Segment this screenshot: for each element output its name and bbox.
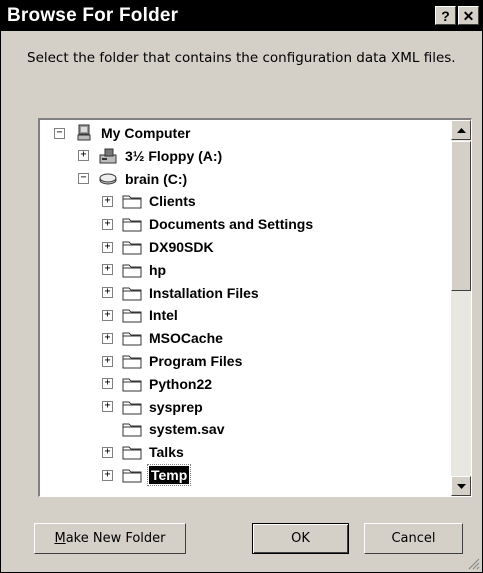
expand-icon[interactable]: + bbox=[102, 355, 113, 367]
tree-item-label: sysprep bbox=[149, 398, 203, 415]
close-icon: ✕ bbox=[462, 7, 475, 24]
tree-item-label: Python22 bbox=[149, 375, 213, 392]
tree-item[interactable]: + Program Files bbox=[102, 350, 242, 372]
expand-icon[interactable]: + bbox=[102, 309, 113, 321]
folder-icon bbox=[121, 261, 143, 279]
folder-icon bbox=[121, 329, 143, 347]
tree-item-label: 3½ Floppy (A:) bbox=[125, 147, 223, 164]
tree-item[interactable]: + DX90SDK bbox=[102, 236, 214, 258]
scroll-down-button[interactable] bbox=[451, 476, 471, 496]
folder-icon bbox=[121, 352, 143, 370]
tree-item-label: Program Files bbox=[149, 353, 243, 369]
tree-item-label: Intel bbox=[149, 307, 178, 324]
tree-item[interactable]: + Talks bbox=[102, 441, 184, 463]
folder-icon bbox=[121, 420, 143, 438]
folder-icon bbox=[121, 466, 143, 484]
tree-item[interactable]: + Intel bbox=[102, 304, 178, 326]
folder-icon bbox=[121, 375, 143, 393]
tree-item[interactable]: + Temp bbox=[102, 464, 192, 486]
collapse-icon[interactable]: − bbox=[78, 173, 89, 185]
tree-item[interactable]: + Python22 bbox=[102, 373, 212, 395]
tree-item-label: DX90SDK bbox=[149, 239, 214, 255]
tree-item-label: MSOCache bbox=[149, 330, 223, 347]
tree-item[interactable]: + Documents and Settings bbox=[102, 213, 313, 235]
tree-item-label: hp bbox=[149, 261, 167, 278]
instruction-text: Select the folder that contains the conf… bbox=[27, 50, 456, 66]
arrow-up-icon bbox=[456, 127, 466, 133]
expand-icon[interactable]: + bbox=[102, 195, 113, 207]
tree-item-label: Clients bbox=[149, 193, 196, 210]
help-button[interactable]: ? bbox=[435, 6, 456, 25]
folder-icon bbox=[121, 398, 143, 416]
tree-item[interactable]: +3½ Floppy (A:) bbox=[78, 145, 222, 167]
tree-item-label: My Computer bbox=[101, 125, 191, 141]
hard-drive-icon bbox=[97, 170, 119, 188]
tree-item[interactable]: + sysprep bbox=[102, 396, 203, 418]
folder-icon bbox=[121, 443, 143, 461]
make-new-folder-button[interactable]: Make New Folder bbox=[34, 523, 186, 554]
collapse-icon[interactable]: − bbox=[54, 127, 65, 139]
expand-icon[interactable]: + bbox=[78, 150, 89, 162]
tree-item-label: Installation Files bbox=[149, 284, 259, 301]
vertical-scrollbar[interactable] bbox=[451, 120, 471, 496]
expand-icon[interactable]: + bbox=[102, 218, 113, 230]
tree-item[interactable]: − My Computer bbox=[54, 122, 190, 144]
tree-item-label: Documents and Settings bbox=[149, 216, 314, 233]
folder-icon bbox=[121, 215, 143, 233]
tree-item[interactable]: + Installation Files bbox=[102, 282, 259, 304]
expand-icon[interactable]: + bbox=[102, 469, 113, 481]
folder-tree-items: − My Computer +3½ Floppy (A:) − brain (C:) + C… bbox=[40, 120, 451, 496]
tree-item-label: Talks bbox=[149, 444, 184, 461]
folder-tree[interactable]: − My Computer +3½ Floppy (A:) − brain (C:) + C… bbox=[38, 118, 472, 497]
resize-grip-icon[interactable] bbox=[466, 556, 480, 570]
computer-icon bbox=[73, 124, 95, 142]
expand-icon[interactable]: + bbox=[102, 287, 113, 299]
folder-icon bbox=[121, 192, 143, 210]
expand-icon[interactable]: + bbox=[102, 446, 113, 458]
folder-icon bbox=[121, 284, 143, 302]
expand-icon[interactable]: + bbox=[102, 241, 113, 253]
floppy-drive-icon bbox=[97, 147, 119, 165]
expand-icon[interactable]: + bbox=[102, 378, 113, 390]
title-bar[interactable]: Browse For Folder ? ✕ bbox=[1, 1, 482, 31]
tree-item[interactable]: + Clients bbox=[102, 190, 196, 212]
tree-item[interactable]: − brain (C:) bbox=[78, 168, 187, 190]
make-new-folder-label: ake New Folder bbox=[65, 531, 166, 546]
make-new-folder-mnemonic: M bbox=[54, 531, 66, 546]
expand-icon[interactable]: + bbox=[102, 264, 113, 276]
tree-item-label: system.sav bbox=[149, 421, 225, 438]
expand-icon[interactable]: + bbox=[102, 332, 113, 344]
tree-item[interactable]: system.sav bbox=[102, 418, 225, 440]
folder-icon bbox=[121, 306, 143, 324]
tree-item-label: brain (C:) bbox=[125, 170, 188, 187]
arrow-down-icon bbox=[456, 483, 466, 489]
tree-item-label: Temp bbox=[146, 464, 192, 486]
expand-icon[interactable]: + bbox=[102, 401, 113, 413]
scrollbar-thumb[interactable] bbox=[451, 141, 471, 291]
folder-icon bbox=[121, 238, 143, 256]
close-button[interactable]: ✕ bbox=[458, 6, 479, 25]
browse-for-folder-dialog: Browse For Folder ? ✕ Select the folder … bbox=[0, 0, 483, 573]
ok-button[interactable]: OK bbox=[252, 523, 349, 554]
tree-item[interactable]: + hp bbox=[102, 259, 166, 281]
window-title: Browse For Folder bbox=[7, 5, 179, 26]
cancel-button[interactable]: Cancel bbox=[364, 523, 463, 554]
scroll-up-button[interactable] bbox=[451, 120, 471, 140]
tree-item[interactable]: + MSOCache bbox=[102, 327, 223, 349]
